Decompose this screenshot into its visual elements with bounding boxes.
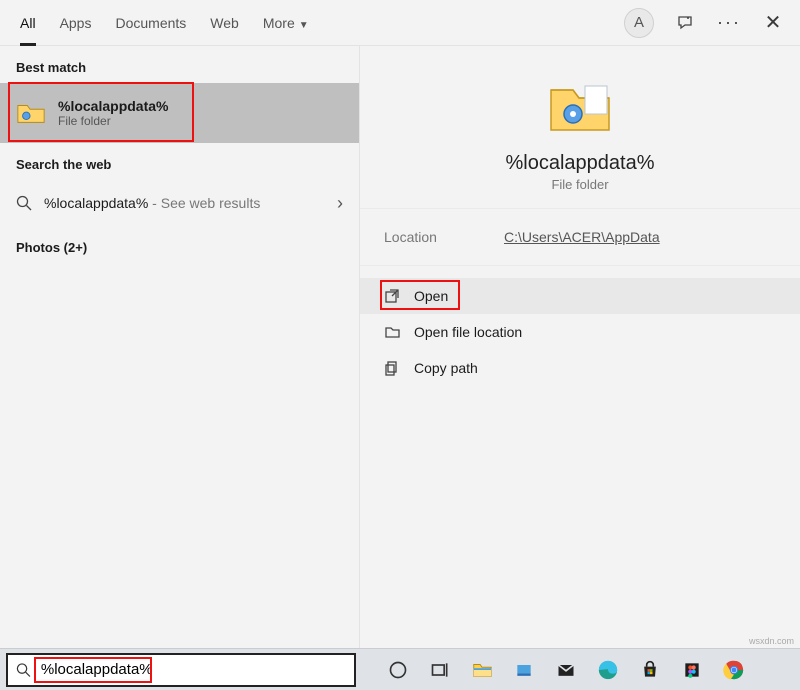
action-ofl-label: Open file location: [414, 324, 522, 340]
preview-subtitle: File folder: [551, 177, 608, 192]
action-copy-path[interactable]: Copy path: [360, 350, 800, 386]
action-open[interactable]: Open: [360, 278, 800, 314]
app-icon[interactable]: [512, 658, 536, 682]
action-open-file-location[interactable]: Open file location: [360, 314, 800, 350]
chevron-right-icon: ›: [337, 193, 343, 214]
web-result-row[interactable]: %localappdata% - See web results ›: [0, 180, 359, 226]
tab-apps[interactable]: Apps: [48, 0, 104, 46]
more-options-icon[interactable]: ···: [716, 10, 742, 36]
chrome-icon[interactable]: [722, 658, 746, 682]
header: All Apps Documents Web More ▼ A ··· ✕: [0, 0, 800, 46]
action-copy-label: Copy path: [414, 360, 478, 376]
location-value[interactable]: C:\Users\ACER\AppData: [504, 229, 660, 245]
task-view-icon[interactable]: [428, 658, 452, 682]
folder-with-gear-icon: [545, 76, 615, 136]
best-match-result[interactable]: %localappdata% File folder: [0, 83, 359, 143]
feedback-icon[interactable]: [672, 10, 698, 36]
tab-more[interactable]: More ▼: [251, 0, 321, 46]
figma-icon[interactable]: [680, 658, 704, 682]
results-column: Best match %localappdata% File folder Se…: [0, 46, 360, 648]
preview-title: %localappdata%: [506, 152, 655, 175]
action-open-label: Open: [414, 288, 448, 304]
header-right: A ··· ✕: [624, 8, 792, 38]
avatar[interactable]: A: [624, 8, 654, 38]
tab-all[interactable]: All: [8, 0, 48, 46]
taskbar-icons: [386, 658, 746, 682]
location-label: Location: [384, 229, 504, 245]
file-explorer-icon[interactable]: [470, 658, 494, 682]
edge-icon[interactable]: [596, 658, 620, 682]
section-best-match: Best match: [0, 46, 359, 83]
result-texts: %localappdata% File folder: [58, 98, 168, 128]
cortana-icon[interactable]: [386, 658, 410, 682]
folder-icon: [384, 324, 400, 340]
copy-icon: [384, 360, 400, 376]
section-search-web: Search the web: [0, 143, 359, 180]
close-icon[interactable]: ✕: [760, 10, 786, 36]
search-icon: [16, 195, 32, 211]
search-icon: [16, 662, 31, 678]
actions-list: Open Open file location Copy path: [360, 272, 800, 392]
web-query: %localappdata%: [44, 195, 148, 211]
web-suffix: - See web results: [148, 195, 260, 211]
tab-web[interactable]: Web: [198, 0, 251, 46]
mail-icon[interactable]: [554, 658, 578, 682]
open-icon: [384, 288, 400, 304]
folder-with-gear-icon: [16, 98, 46, 128]
chevron-down-icon: ▼: [299, 20, 309, 31]
search-input[interactable]: [39, 660, 346, 679]
preview-column: %localappdata% File folder Location C:\U…: [360, 46, 800, 648]
body: Best match %localappdata% File folder Se…: [0, 46, 800, 648]
tab-documents[interactable]: Documents: [103, 0, 198, 46]
location-row: Location C:\Users\ACER\AppData: [360, 209, 800, 266]
preview-header: %localappdata% File folder: [360, 66, 800, 209]
result-title: %localappdata%: [58, 98, 168, 114]
search-panel: All Apps Documents Web More ▼ A ··· ✕ Bes…: [0, 0, 800, 648]
tabs: All Apps Documents Web More ▼: [8, 0, 321, 46]
section-photos: Photos (2+): [0, 226, 359, 263]
tab-more-label: More: [263, 15, 295, 31]
result-subtitle: File folder: [58, 114, 168, 128]
watermark: wsxdn.com: [749, 636, 794, 646]
taskbar-search-box[interactable]: [6, 653, 356, 687]
taskbar: [0, 648, 800, 690]
store-icon[interactable]: [638, 658, 662, 682]
